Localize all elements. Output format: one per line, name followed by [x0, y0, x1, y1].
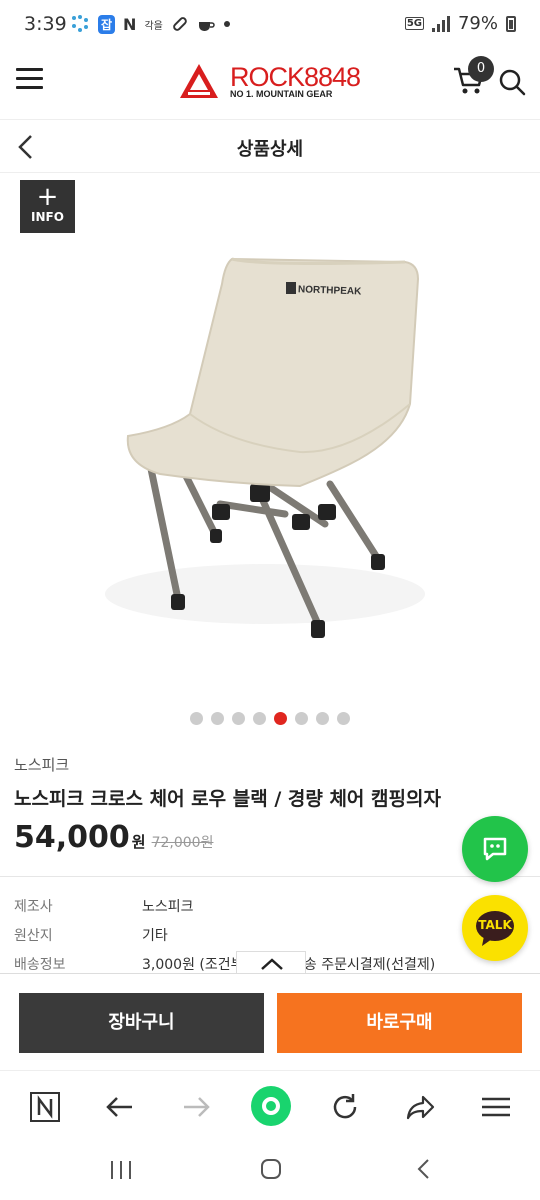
info-button[interactable]: + INFO: [20, 180, 75, 233]
price-unit: 원: [131, 833, 146, 851]
action-bar: 장바구니 바로구매: [0, 973, 540, 1068]
site-header: ROCK8848 NO 1. MOUNTAIN GEAR 0: [0, 50, 540, 120]
app-label-icon: 각을: [144, 20, 163, 32]
talk-label: TALK: [478, 918, 512, 932]
more-dot-icon: [223, 21, 230, 27]
logo-subtitle: NO 1. MOUNTAIN GEAR: [230, 89, 333, 99]
home-icon[interactable]: [259, 1157, 283, 1181]
logo-mountain-icon: [180, 64, 218, 98]
recent-apps-icon[interactable]: [108, 1158, 134, 1182]
add-to-cart-button[interactable]: 장바구니: [19, 993, 264, 1053]
carousel-dot[interactable]: [295, 712, 308, 725]
carousel-dot[interactable]: [274, 712, 287, 725]
back-arrow-icon[interactable]: [102, 1089, 138, 1125]
spec-value: 기타: [142, 928, 168, 944]
system-navbar: [0, 1140, 540, 1200]
camping-chair-image: NORTHPEAK: [105, 257, 425, 638]
detail-header: 상품상세: [0, 121, 540, 173]
carousel-dot[interactable]: [316, 712, 329, 725]
browser-toolbar: [0, 1070, 540, 1140]
kakao-talk-button[interactable]: TALK: [462, 895, 528, 961]
chevron-up-icon: [261, 958, 283, 970]
status-time: 3:39: [24, 13, 67, 35]
status-right: 5G 79%: [404, 13, 516, 34]
product-brand[interactable]: 노스피크: [14, 754, 69, 775]
carousel-dot[interactable]: [253, 712, 266, 725]
carousel-dot[interactable]: [190, 712, 203, 725]
price-row: 54,000 원 72,000원: [14, 820, 213, 855]
notification-icons: 잡 N 각을: [70, 14, 231, 34]
sale-price: 54,000: [14, 820, 130, 855]
carousel-dots: [0, 712, 540, 725]
page-title: 상품상세: [236, 139, 304, 160]
carousel-dot[interactable]: [337, 712, 350, 725]
info-label: INFO: [31, 210, 64, 224]
collapse-toggle[interactable]: [236, 951, 306, 975]
product-image[interactable]: NORTHPEAK: [0, 174, 540, 704]
carousel-dot[interactable]: [232, 712, 245, 725]
spec-value: 노스피크: [142, 899, 194, 915]
refresh-icon[interactable]: [327, 1089, 363, 1125]
divider: [0, 876, 540, 877]
signal-icon: [431, 15, 450, 32]
system-back-icon[interactable]: [412, 1157, 436, 1181]
spec-label: 원산지: [14, 928, 53, 944]
cup-icon: [198, 22, 215, 31]
status-bar: 3:39 잡 N 각을 5G 79%: [0, 0, 540, 50]
job-app-icon: 잡: [98, 14, 116, 34]
buy-now-button[interactable]: 바로구매: [277, 993, 522, 1053]
cart-count-badge: 0: [468, 56, 494, 82]
original-price: 72,000원: [151, 835, 214, 851]
chat-button[interactable]: [462, 816, 528, 882]
spec-label: 배송정보: [14, 957, 66, 973]
product-name: 노스피크 크로스 체어 로우 블랙 / 경량 체어 캠핑의자: [14, 788, 441, 810]
spec-label: 제조사: [14, 899, 53, 915]
site-logo[interactable]: ROCK8848 NO 1. MOUNTAIN GEAR: [180, 62, 361, 102]
share-icon[interactable]: [403, 1089, 439, 1125]
green-home-icon[interactable]: [250, 1085, 292, 1127]
plus-icon: +: [36, 182, 59, 212]
dots-app-icon: [72, 15, 88, 32]
naver-home-icon[interactable]: [27, 1089, 63, 1125]
search-icon[interactable]: [498, 68, 526, 96]
pill-icon: [173, 17, 187, 31]
chair-brand-text: NORTHPEAK: [298, 284, 362, 297]
battery-icon: [506, 15, 516, 32]
menu-icon[interactable]: [16, 68, 43, 90]
network-label: 5G: [404, 17, 424, 30]
forward-arrow-icon[interactable]: [178, 1089, 214, 1125]
naver-app-icon: N: [123, 14, 137, 34]
chat-icon: [483, 837, 507, 861]
menu-lines-icon[interactable]: [478, 1089, 514, 1125]
carousel-dot[interactable]: [211, 712, 224, 725]
battery-percent: 79%: [457, 13, 498, 34]
